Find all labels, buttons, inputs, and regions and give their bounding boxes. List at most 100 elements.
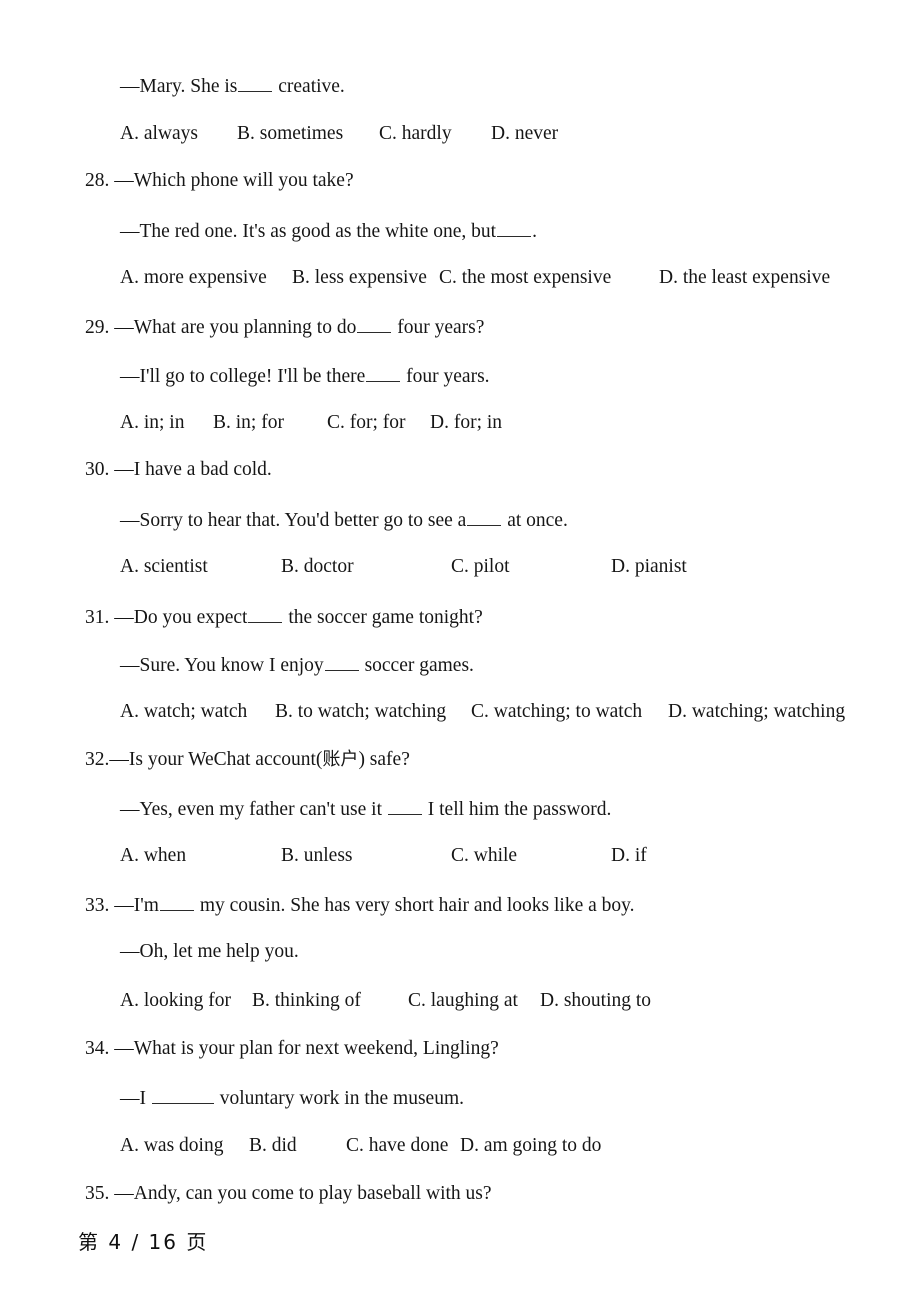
answer-blank (238, 75, 273, 92)
question-34-number: 34. (85, 1038, 110, 1059)
answer-blank (324, 654, 359, 671)
question-33-options: A. looking for B. thinking of C. laughing … (120, 991, 651, 1011)
question-35-stem-line: 35. —Andy, can you come to play baseball… (85, 1184, 492, 1204)
question-27-reply-prefix: —Mary. She is (120, 75, 238, 97)
option-c[interactable]: C. hardly (379, 124, 491, 144)
answer-blank (151, 1087, 214, 1104)
answer-blank (467, 509, 502, 526)
question-31-number: 31. (85, 606, 110, 628)
question-29-reply-line: —I'll go to college! I'll be there four … (120, 365, 490, 387)
question-29-reply-suffix: four years. (401, 365, 490, 387)
answer-blank (366, 365, 401, 382)
question-32-stem-suffix: ) safe? (358, 749, 410, 770)
option-a[interactable]: A. scientist (120, 557, 281, 577)
question-27-options: A. always B. sometimes C. hardly D. never (120, 124, 558, 144)
question-34-reply-suffix: voluntary work in the museum. (214, 1087, 465, 1109)
question-32-stem-prefix: —Is your WeChat account( (109, 749, 323, 770)
question-34-stem-line: 34. —What is your plan for next weekend,… (85, 1039, 499, 1059)
question-28-options: A. more expensive B. less expensive C. the… (120, 268, 830, 288)
option-a[interactable]: A. more expensive (120, 268, 292, 288)
question-34-options: A. was doing B. did C. have done D. am goin… (120, 1136, 601, 1156)
option-a[interactable]: A. in; in (120, 413, 213, 433)
question-33-stem-suffix: my cousin. She has very short hair and l… (194, 894, 635, 916)
option-d[interactable]: D. if (611, 846, 647, 866)
page-footer: 第 4 / 16 页 (78, 1230, 209, 1254)
option-a[interactable]: A. was doing (120, 1136, 249, 1156)
question-34-stem-text: —What is your plan for next weekend, Lin… (109, 1038, 499, 1059)
option-b[interactable]: B. in; for (213, 413, 327, 433)
option-a[interactable]: A. when (120, 846, 281, 866)
question-35-number: 35. (85, 1183, 110, 1204)
option-d[interactable]: D. never (491, 124, 558, 144)
option-a[interactable]: A. always (120, 124, 237, 144)
answer-blank (497, 220, 532, 237)
option-b[interactable]: B. to watch; watching (275, 702, 471, 722)
option-b[interactable]: B. unless (281, 846, 451, 866)
exam-page: —Mary. She is creative. A. always B. some… (0, 0, 920, 1302)
question-29-stem-prefix: —What are you planning to do (109, 316, 357, 338)
option-a[interactable]: A. looking for (120, 991, 252, 1011)
option-c[interactable]: C. have done (346, 1136, 460, 1156)
option-b[interactable]: B. less expensive (292, 268, 439, 288)
question-32-stem-cjk-gloss: 账户 (322, 749, 359, 770)
option-d[interactable]: D. am going to do (460, 1136, 601, 1156)
option-a[interactable]: A. watch; watch (120, 702, 275, 722)
question-32-reply-suffix: I tell him the password. (422, 798, 612, 820)
answer-blank (357, 316, 392, 333)
question-29-stem-suffix: four years? (392, 316, 485, 338)
question-33-reply-line: —Oh, let me help you. (120, 942, 299, 962)
option-b[interactable]: B. did (249, 1136, 346, 1156)
option-c[interactable]: C. while (451, 846, 611, 866)
question-32-number: 32. (85, 749, 110, 770)
question-29-stem-line: 29. —What are you planning to do four ye… (85, 316, 485, 338)
option-b[interactable]: B. doctor (281, 557, 451, 577)
question-31-options: A. watch; watch B. to watch; watching C. w… (120, 702, 845, 722)
question-28-number: 28. (85, 170, 110, 191)
question-30-options: A. scientist B. doctor C. pilot D. pianist (120, 557, 687, 577)
option-c[interactable]: C. laughing at (408, 991, 540, 1011)
question-33-reply-text: —Oh, let me help you. (120, 941, 299, 962)
question-29-reply-prefix: —I'll go to college! I'll be there (120, 365, 366, 387)
question-29-options: A. in; in B. in; for C. for; for D. for; in (120, 413, 502, 433)
option-c[interactable]: C. for; for (327, 413, 430, 433)
option-d[interactable]: D. pianist (611, 557, 687, 577)
question-28-reply-line: —The red one. It's as good as the white … (120, 220, 537, 242)
question-34-reply-line: —I voluntary work in the museum. (120, 1087, 465, 1109)
question-27-reply-suffix: creative. (273, 75, 345, 97)
question-32-stem-line: 32.—Is your WeChat account(账户) safe? (85, 750, 410, 770)
option-c[interactable]: C. pilot (451, 557, 611, 577)
option-d[interactable]: D. shouting to (540, 991, 651, 1011)
question-30-stem-line: 30. —I have a bad cold. (85, 460, 272, 480)
question-33-stem-line: 33. —I'm my cousin. She has very short h… (85, 894, 635, 916)
question-28-reply-prefix: —The red one. It's as good as the white … (120, 220, 497, 242)
question-34-reply-prefix: —I (120, 1087, 151, 1109)
answer-blank (159, 894, 194, 911)
question-31-stem-prefix: —Do you expect (109, 606, 248, 628)
option-c[interactable]: C. the most expensive (439, 268, 659, 288)
question-35-stem-text: —Andy, can you come to play baseball wit… (109, 1183, 492, 1204)
option-c[interactable]: C. watching; to watch (471, 702, 668, 722)
question-29-number: 29. (85, 316, 110, 338)
question-31-stem-suffix: the soccer game tonight? (283, 606, 483, 628)
answer-blank (248, 606, 283, 623)
question-31-stem-line: 31. —Do you expect the soccer game tonig… (85, 606, 483, 628)
option-b[interactable]: B. thinking of (252, 991, 408, 1011)
option-d[interactable]: D. the least expensive (659, 268, 830, 288)
answer-blank (387, 798, 422, 815)
option-d[interactable]: D. for; in (430, 413, 502, 433)
question-28-stem-text: —Which phone will you take? (109, 170, 354, 191)
question-30-reply-line: —Sorry to hear that. You'd better go to … (120, 509, 568, 531)
question-28-reply-suffix: . (532, 220, 537, 242)
option-b[interactable]: B. sometimes (237, 124, 379, 144)
question-32-reply-line: —Yes, even my father can't use it I tell… (120, 798, 612, 820)
question-30-number: 30. (85, 459, 110, 480)
question-32-reply-prefix: —Yes, even my father can't use it (120, 798, 387, 820)
question-30-reply-suffix: at once. (502, 509, 568, 531)
question-30-reply-prefix: —Sorry to hear that. You'd better go to … (120, 509, 467, 531)
question-30-stem-text: —I have a bad cold. (109, 459, 272, 480)
question-33-number: 33. (85, 894, 110, 916)
question-32-options: A. when B. unless C. while D. if (120, 846, 647, 866)
question-27-reply-line: —Mary. She is creative. (120, 75, 345, 97)
question-31-reply-suffix: soccer games. (359, 654, 474, 676)
option-d[interactable]: D. watching; watching (668, 702, 845, 722)
